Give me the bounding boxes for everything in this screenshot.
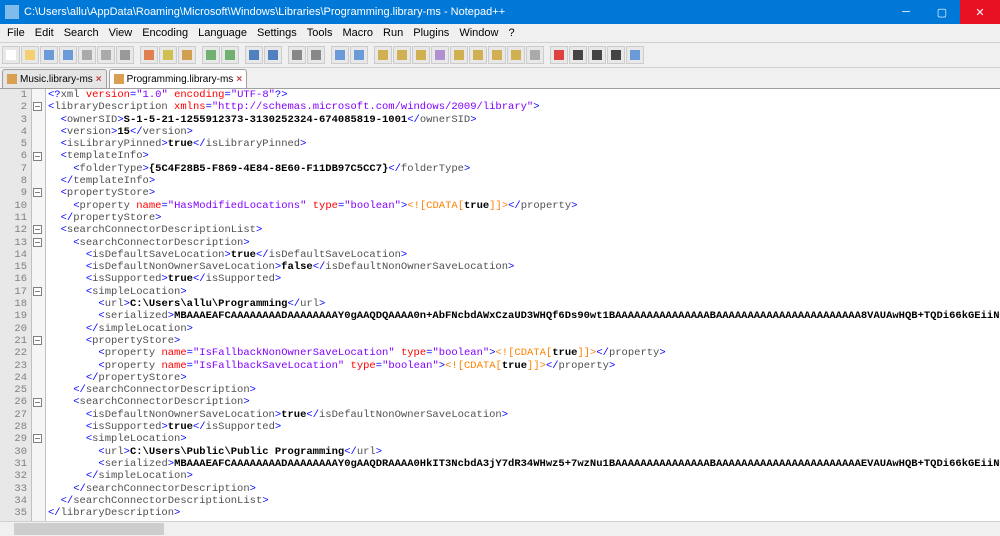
undo-icon[interactable]	[202, 46, 220, 64]
menu-window[interactable]: Window	[454, 27, 503, 39]
wrap-icon[interactable]	[374, 46, 392, 64]
menu-language[interactable]: Language	[193, 27, 252, 39]
save-all-icon[interactable]	[59, 46, 77, 64]
zoom-out-icon[interactable]	[307, 46, 325, 64]
menu-view[interactable]: View	[104, 27, 138, 39]
fold-column[interactable]	[32, 89, 46, 521]
save-macro-icon[interactable]	[626, 46, 644, 64]
sync-h-icon[interactable]	[350, 46, 368, 64]
doc-list-icon[interactable]	[469, 46, 487, 64]
zoom-in-icon[interactable]	[288, 46, 306, 64]
tab-bar: Music.library-ms× Programming.library-ms…	[0, 68, 1000, 89]
indent-guide-icon[interactable]	[412, 46, 430, 64]
editor-area[interactable]: 1234567891011121314151617181920212223242…	[0, 89, 1000, 521]
find-icon[interactable]	[245, 46, 263, 64]
app-icon	[5, 5, 19, 19]
save-icon[interactable]	[40, 46, 58, 64]
new-file-icon[interactable]	[2, 46, 20, 64]
print-icon[interactable]	[116, 46, 134, 64]
horizontal-scrollbar[interactable]	[0, 521, 1000, 536]
folder-icon[interactable]	[507, 46, 525, 64]
menu-plugins[interactable]: Plugins	[408, 27, 454, 39]
file-icon	[7, 74, 17, 84]
tab-label: Music.library-ms	[20, 74, 93, 85]
stop-icon[interactable]	[569, 46, 587, 64]
paste-icon[interactable]	[178, 46, 196, 64]
close-button[interactable]: ✕	[960, 0, 1000, 24]
monitor-icon[interactable]	[526, 46, 544, 64]
doc-map-icon[interactable]	[450, 46, 468, 64]
play-multi-icon[interactable]	[607, 46, 625, 64]
menu-edit[interactable]: Edit	[30, 27, 59, 39]
menu-tools[interactable]: Tools	[302, 27, 338, 39]
tab-programming[interactable]: Programming.library-ms×	[109, 69, 248, 88]
menu-help[interactable]: ?	[503, 27, 519, 39]
replace-icon[interactable]	[264, 46, 282, 64]
sync-v-icon[interactable]	[331, 46, 349, 64]
code-area[interactable]: <?xml version="1.0" encoding="UTF-8"?><l…	[46, 89, 1000, 521]
copy-icon[interactable]	[159, 46, 177, 64]
play-icon[interactable]	[588, 46, 606, 64]
menu-macro[interactable]: Macro	[337, 27, 378, 39]
file-icon	[114, 74, 124, 84]
menu-run[interactable]: Run	[378, 27, 408, 39]
lang-icon[interactable]	[431, 46, 449, 64]
close-file-icon[interactable]	[78, 46, 96, 64]
menu-settings[interactable]: Settings	[252, 27, 302, 39]
all-chars-icon[interactable]	[393, 46, 411, 64]
redo-icon[interactable]	[221, 46, 239, 64]
cut-icon[interactable]	[140, 46, 158, 64]
window-title: C:\Users\allu\AppData\Roaming\Microsoft\…	[24, 6, 888, 18]
open-file-icon[interactable]	[21, 46, 39, 64]
menu-file[interactable]: File	[2, 27, 30, 39]
menu-bar: File Edit Search View Encoding Language …	[0, 24, 1000, 43]
line-gutter: 1234567891011121314151617181920212223242…	[0, 89, 32, 521]
title-bar: C:\Users\allu\AppData\Roaming\Microsoft\…	[0, 0, 1000, 24]
record-icon[interactable]	[550, 46, 568, 64]
tab-close-icon[interactable]: ×	[236, 74, 242, 85]
tab-music[interactable]: Music.library-ms×	[2, 69, 107, 88]
tab-label: Programming.library-ms	[127, 74, 234, 85]
menu-search[interactable]: Search	[59, 27, 104, 39]
maximize-button[interactable]: ▢	[924, 0, 960, 24]
close-all-icon[interactable]	[97, 46, 115, 64]
menu-encoding[interactable]: Encoding	[137, 27, 193, 39]
toolbar	[0, 43, 1000, 68]
minimize-button[interactable]: ─	[888, 0, 924, 24]
tab-close-icon[interactable]: ×	[96, 74, 102, 85]
func-list-icon[interactable]	[488, 46, 506, 64]
